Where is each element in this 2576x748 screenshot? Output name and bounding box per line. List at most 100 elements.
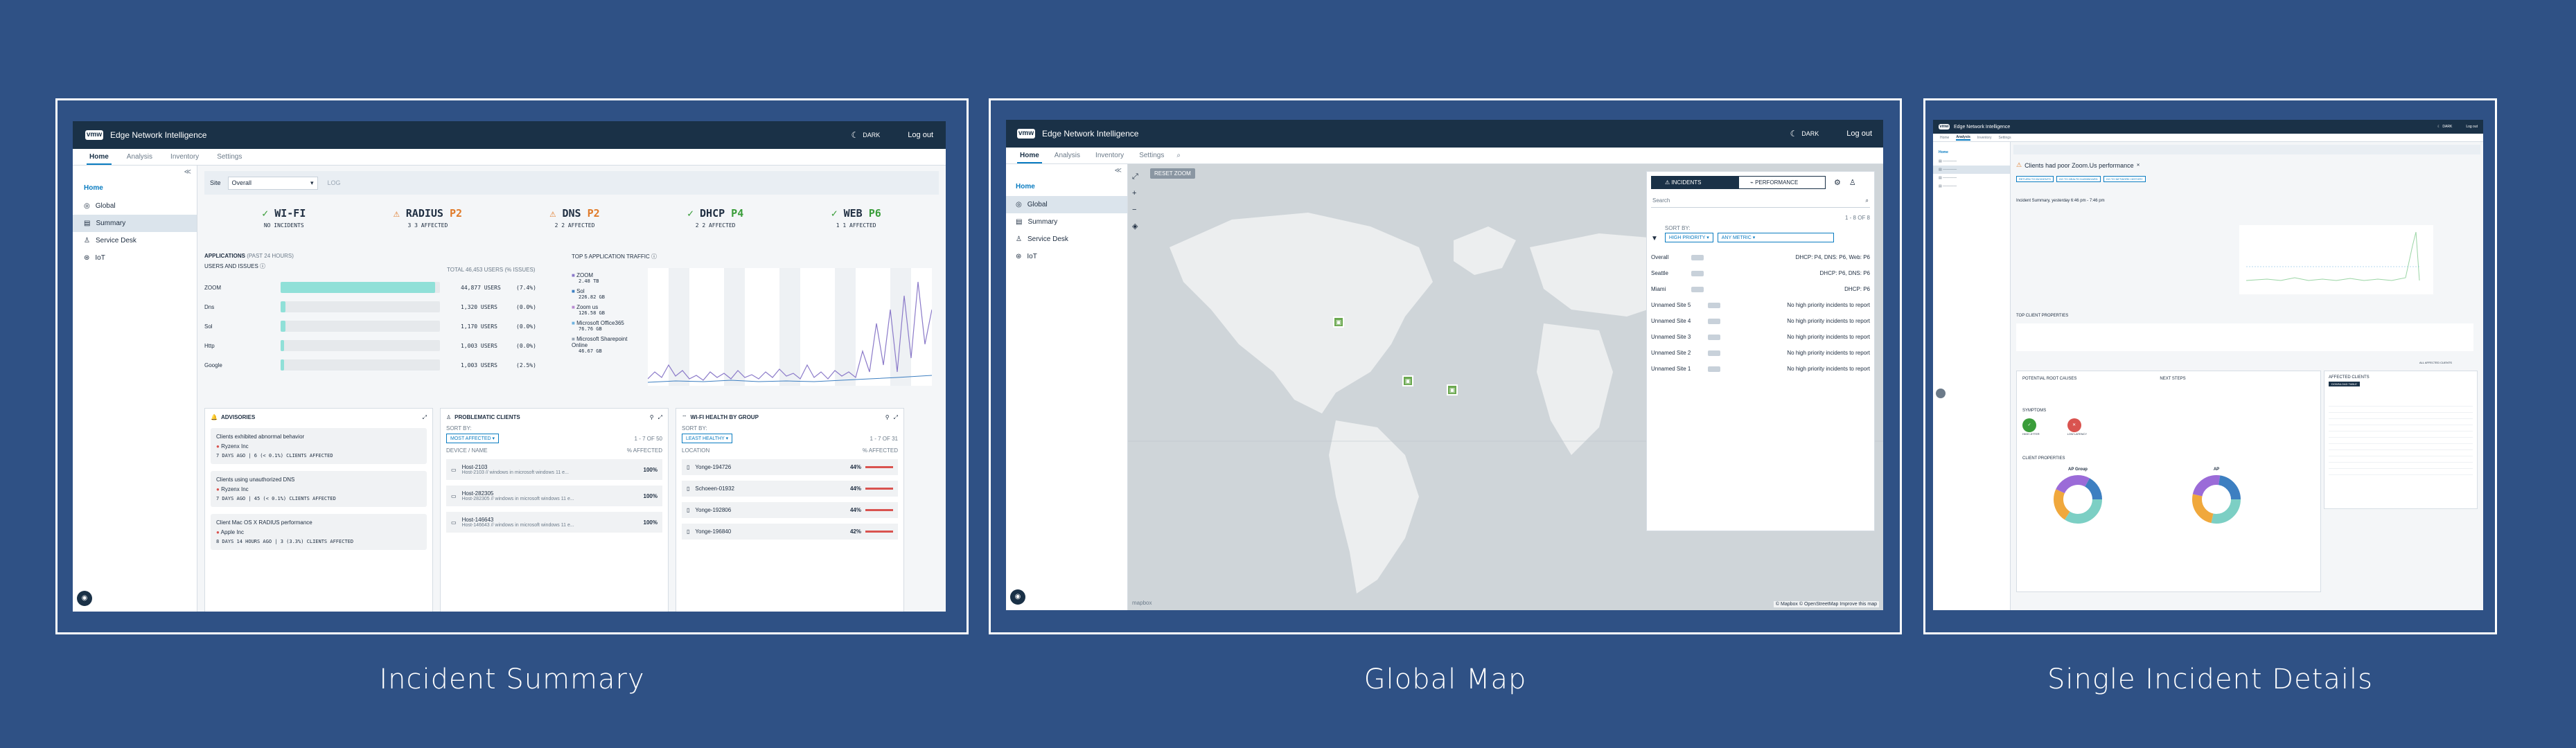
help-icon[interactable]: ◉ [77,591,92,606]
dark-toggle[interactable]: DARK [1801,130,1819,137]
tab-home[interactable]: Home [1017,148,1042,163]
sidebar-item-summary[interactable]: ▤ Summary [73,215,197,232]
incident-row[interactable]: Unnamed Site 3 No high priority incidents… [1651,329,1870,345]
incident-row[interactable]: Seattle DHCP: P6, DNS: P6 [1651,265,1870,281]
wifi-row[interactable]: ▯ Schoeen-01932 44% [682,481,898,497]
category-web[interactable]: ✓ WEB P6 1 1 AFFECTED [831,207,881,229]
incident-row[interactable]: Unnamed Site 5 No high priority incidents… [1651,297,1870,313]
tab-analysis[interactable]: Analysis [1956,135,1970,141]
sidebar-item-service-desk[interactable]: ♙ Service Desk [73,232,197,249]
legend-item[interactable]: ■ ZOOM 2.48 TB [572,272,641,284]
app-row[interactable]: Http 1,003 USERS (0.0%) [204,336,551,355]
advisory-item[interactable]: Clients exhibited abnormal behavior ● Ryz… [211,428,427,464]
pager[interactable]: 1 - 7 OF 31 [870,436,898,442]
collapse-icon[interactable]: ≪ [73,166,197,179]
legend-item[interactable]: ■ Zoom us 126.58 GB [572,304,641,316]
sidebar-item[interactable]: ▤ ———— [1933,182,2010,190]
tab-inventory[interactable]: Inventory [168,149,202,165]
sort-select[interactable]: MOST AFFECTED ▾ [446,434,500,443]
person-icon[interactable]: ♙ [1849,178,1856,187]
zoom-out-icon[interactable]: − [1132,202,1138,218]
client-row[interactable]: ▭ Host-146643 Host-146643 // windows in mi… [446,512,662,533]
sidebar-item-iot[interactable]: ⊛ IoT [1006,248,1127,265]
incident-row[interactable]: Unnamed Site 1 No high priority incidents… [1651,361,1870,377]
tab-settings[interactable]: Settings [1999,136,2011,140]
legend-item[interactable]: ■ Microsoft Sharepoint Online 46.67 GB [572,336,641,354]
expand-icon[interactable]: ⤢ [894,414,898,421]
network-history-button[interactable]: GO TO NETWORK HISTORY [2103,176,2146,182]
tab-inventory[interactable]: Inventory [1093,148,1127,163]
incident-row[interactable]: Miami DHCP: P6 [1651,281,1870,297]
tab-settings[interactable]: Settings [214,149,245,165]
app-row[interactable]: ZOOM 44,877 USERS (7.4%) [204,278,551,297]
close-icon[interactable]: ✕ [2137,163,2140,168]
advisory-item[interactable]: Client Mac OS X RADIUS performance ● Appl… [211,514,427,550]
wifi-row[interactable]: ▯ Yonge-192806 44% [682,502,898,518]
sort-select[interactable]: LEAST HEALTHY ▾ [682,434,733,443]
expand-icon[interactable]: ⤢ [423,414,427,421]
sidebar-home[interactable]: Home [1933,142,2010,157]
client-row[interactable]: ▭ Host-282305 Host-282305 // windows in mi… [446,486,662,506]
incident-row[interactable]: Overall DHCP: P4, DNS: P6, Web: P6 [1651,249,1870,265]
incident-row[interactable]: Unnamed Site 4 No high priority incidents… [1651,313,1870,329]
app-row[interactable]: Sol 1,170 USERS (0.0%) [204,317,551,336]
pager[interactable]: 1 - 8 OF 8 [1651,215,1870,221]
sidebar-item[interactable]: ▤ ———— [1933,157,2010,166]
return-button[interactable]: RETURN TO INCIDENTS [2016,176,2054,182]
dark-toggle[interactable]: DARK [863,132,880,139]
filter-icon[interactable]: ⚲ [885,414,890,421]
moon-icon[interactable]: ☾ [2437,125,2440,129]
expand-icon[interactable]: ⤢ [1132,168,1138,185]
category-wifi[interactable]: ✓ WI-FI NO INCIDENTS [262,207,306,229]
logout-link[interactable]: Log out [908,131,933,139]
all-affected-label[interactable]: ALL AFFECTED CLIENTS [2419,361,2452,364]
category-dhcp[interactable]: ✓ DHCP P4 2 2 AFFECTED [687,207,743,229]
category-radius[interactable]: ⚠ RADIUS P2 3 3 AFFECTED [394,207,462,229]
tab-settings[interactable]: Settings [1136,148,1167,163]
app-row[interactable]: Dns 1,320 USERS (0.0%) [204,297,551,317]
site-select[interactable]: Overall ▾ [227,176,318,190]
help-icon[interactable]: ◉ [1010,589,1025,605]
download-table-button[interactable]: DOWNLOAD TABLE [2329,382,2360,386]
tab-home[interactable]: Home [1940,136,1949,140]
health-dashboard-button[interactable]: GO TO HEALTH DASHBOARD [2056,176,2101,182]
sidebar-home[interactable]: Home [73,179,197,197]
advisory-item[interactable]: Clients using unauthorized DNS ● Ryzenx I… [211,471,427,507]
help-icon[interactable] [1936,389,1946,398]
sidebar-item-service-desk[interactable]: ♙ Service Desk [1006,231,1127,248]
sidebar-item[interactable]: ▤ ———— [1933,174,2010,182]
map-attribution[interactable]: © Mapbox © OpenStreetMap Improve this ma… [1773,601,1879,607]
pager[interactable]: 1 - 7 OF 50 [635,436,662,442]
category-dns[interactable]: ⚠ DNS P2 2 2 AFFECTED [549,207,599,229]
zoom-in-icon[interactable]: + [1132,185,1138,202]
tab-analysis[interactable]: Analysis [124,149,155,165]
site-extra[interactable]: LOG [328,179,341,186]
app-row[interactable]: Google 1,003 USERS (2.5%) [204,355,551,375]
gear-icon[interactable]: ⚙ [1834,178,1841,187]
moon-icon[interactable]: ☾ [852,130,859,140]
map-area[interactable]: RESET ZOOM ⤢ + − ◈ ▣ ▣ ▣ mapbox © Mapbox… [1128,164,1883,610]
wifi-row[interactable]: ▯ Yonge-194726 44% [682,459,898,475]
sidebar-item-iot[interactable]: ⊛ IoT [73,249,197,267]
legend-item[interactable]: ■ Sol 226.82 GB [572,288,641,300]
metric-select[interactable]: ANY METRIC ▾ [1717,233,1834,242]
sidebar-item-global[interactable]: ◎ Global [1006,196,1127,213]
reset-zoom-button[interactable]: RESET ZOOM [1150,168,1195,179]
dark-toggle[interactable]: DARK [2442,125,2452,129]
sidebar-item-summary[interactable]: ▤ Summary [1006,213,1127,231]
collapse-icon[interactable]: ≪ [1006,164,1127,177]
wifi-row[interactable]: ▯ Yonge-196840 42% [682,524,898,540]
filter-icon[interactable]: ⚲ [650,414,654,421]
site-marker[interactable]: ▣ [1333,317,1344,328]
search-field[interactable]: Search ⌕ [1651,195,1870,208]
site-marker[interactable]: ▣ [1447,384,1458,395]
incident-row[interactable]: Unnamed Site 2 No high priority incidents… [1651,345,1870,361]
filter-icon[interactable]: ▼ [1651,235,1658,242]
tab-home[interactable]: Home [87,149,112,165]
sidebar-item[interactable]: ▤ ———— [1933,166,2010,174]
moon-icon[interactable]: ☾ [1790,129,1798,139]
search-icon[interactable]: ⌕ [1176,152,1181,159]
tab-performance[interactable]: ⌁ PERFORMANCE [1738,176,1826,189]
expand-icon[interactable]: ⤢ [658,414,662,421]
site-marker[interactable]: ▣ [1402,375,1413,386]
